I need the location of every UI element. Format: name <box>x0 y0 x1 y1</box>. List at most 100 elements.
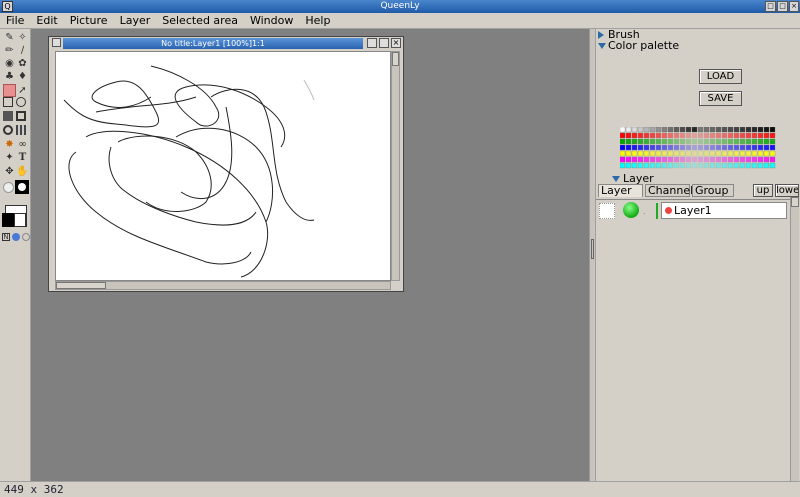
palette-swatch[interactable] <box>679 156 686 163</box>
palette-swatch[interactable] <box>709 132 716 139</box>
smudge-icon[interactable]: ✿ <box>16 57 29 70</box>
palette-swatch[interactable] <box>763 138 770 145</box>
palette-swatch[interactable] <box>679 150 686 157</box>
palette-swatch[interactable] <box>637 150 644 157</box>
palette-swatch[interactable] <box>620 127 626 133</box>
palette-swatch[interactable] <box>769 144 776 151</box>
palette-swatch[interactable] <box>661 132 668 139</box>
minimize-button[interactable]: □ <box>765 1 776 12</box>
palette-swatch[interactable] <box>685 150 692 157</box>
palette-swatch[interactable] <box>733 138 740 145</box>
layer-name-field[interactable]: Layer1 <box>661 202 787 219</box>
lasso-icon[interactable]: ∞ <box>16 138 29 151</box>
palette-swatch[interactable] <box>685 127 692 133</box>
palette-swatch[interactable] <box>745 150 752 157</box>
palette-swatch[interactable] <box>739 162 746 169</box>
splitter-grip[interactable] <box>591 239 594 259</box>
palette-swatch[interactable] <box>697 132 704 139</box>
palette-swatch[interactable] <box>685 144 692 151</box>
wand-icon[interactable]: ✦ <box>3 151 16 164</box>
palette-swatch[interactable] <box>721 150 728 157</box>
doc-close-button[interactable]: × <box>391 38 401 48</box>
palette-swatch[interactable] <box>697 144 704 151</box>
palette-swatch[interactable] <box>751 127 758 133</box>
palette-swatch[interactable] <box>733 144 740 151</box>
palette-swatch[interactable] <box>667 132 674 139</box>
ellipse-icon[interactable] <box>16 97 26 107</box>
palette-swatch[interactable] <box>745 156 752 163</box>
palette-swatch[interactable] <box>691 162 698 169</box>
palette-swatch[interactable] <box>649 144 656 151</box>
palette-swatch[interactable] <box>715 150 722 157</box>
palette-swatch[interactable] <box>757 138 764 145</box>
palette-swatch[interactable] <box>703 156 710 163</box>
palette-swatch[interactable] <box>679 127 686 133</box>
layer-down-button[interactable]: lower <box>775 184 799 197</box>
palette-swatch[interactable] <box>739 132 746 139</box>
palette-swatch[interactable] <box>649 132 656 139</box>
brush-icon[interactable]: ✧ <box>16 31 29 44</box>
palette-swatch[interactable] <box>727 138 734 145</box>
palette-swatch[interactable] <box>631 162 638 169</box>
palette-swatch[interactable] <box>751 132 758 139</box>
palette-swatch[interactable] <box>643 156 650 163</box>
color-palette-section[interactable]: Color palette <box>608 40 679 51</box>
palette-swatch[interactable] <box>769 127 776 133</box>
palette-swatch[interactable] <box>685 162 692 169</box>
palette-swatch[interactable] <box>655 162 662 169</box>
palette-swatch[interactable] <box>655 150 662 157</box>
palette-swatch[interactable] <box>769 138 776 145</box>
doc-maximize-button[interactable] <box>367 38 377 48</box>
brush-expand-icon[interactable] <box>598 31 604 39</box>
palette-swatch[interactable] <box>667 156 674 163</box>
palette-swatch[interactable] <box>757 144 764 151</box>
palette-swatch[interactable] <box>679 144 686 151</box>
palette-swatch[interactable] <box>709 150 716 157</box>
rect-fill-icon[interactable] <box>3 111 13 121</box>
palette-swatch[interactable] <box>667 138 674 145</box>
palette-swatch[interactable] <box>625 138 632 145</box>
palette-swatch[interactable] <box>673 156 680 163</box>
palette-swatch[interactable] <box>733 156 740 163</box>
palette-swatch[interactable] <box>625 162 632 169</box>
palette-swatch[interactable] <box>697 156 704 163</box>
palette-swatch[interactable] <box>763 144 770 151</box>
palette-swatch[interactable] <box>625 127 632 133</box>
palette-swatch[interactable] <box>649 127 656 133</box>
palette-swatch[interactable] <box>751 162 758 169</box>
palette-swatch[interactable] <box>643 162 650 169</box>
tab-channel[interactable]: Channel <box>645 184 693 197</box>
palette-swatch[interactable] <box>769 156 776 163</box>
palette-swatch[interactable] <box>631 127 638 133</box>
doc-menu-icon[interactable] <box>52 38 61 47</box>
palette-swatch[interactable] <box>715 127 722 133</box>
layer-up-button[interactable]: up <box>753 184 773 197</box>
text-icon[interactable]: T <box>16 151 29 164</box>
palette-swatch[interactable] <box>685 132 692 139</box>
palette-swatch[interactable] <box>655 138 662 145</box>
picker-icon[interactable]: ➚ <box>16 84 29 97</box>
palette-swatch[interactable] <box>637 132 644 139</box>
palette-swatch[interactable] <box>691 144 698 151</box>
palette-swatch[interactable] <box>721 138 728 145</box>
palette-swatch[interactable] <box>727 132 734 139</box>
palette-swatch[interactable] <box>637 127 644 133</box>
palette-swatch[interactable] <box>721 162 728 169</box>
rect-outline-icon[interactable] <box>16 111 26 121</box>
palette-swatch[interactable] <box>655 144 662 151</box>
palette-collapse-icon[interactable] <box>598 43 606 49</box>
palette-swatch[interactable] <box>661 138 668 145</box>
palette-swatch[interactable] <box>763 156 770 163</box>
palette-swatch[interactable] <box>727 150 734 157</box>
palette-swatch[interactable] <box>673 138 680 145</box>
palette-swatch[interactable] <box>745 144 752 151</box>
layer-row[interactable]: ․ Layer1 <box>596 199 796 221</box>
palette-swatch[interactable] <box>757 132 764 139</box>
palette-swatch[interactable] <box>655 127 662 133</box>
palette-swatch[interactable] <box>697 150 704 157</box>
doc-vscrollbar[interactable] <box>391 51 400 281</box>
palette-swatch[interactable] <box>673 162 680 169</box>
palette-swatch[interactable] <box>643 144 650 151</box>
palette-swatch[interactable] <box>727 127 734 133</box>
palette-swatch[interactable] <box>739 150 746 157</box>
